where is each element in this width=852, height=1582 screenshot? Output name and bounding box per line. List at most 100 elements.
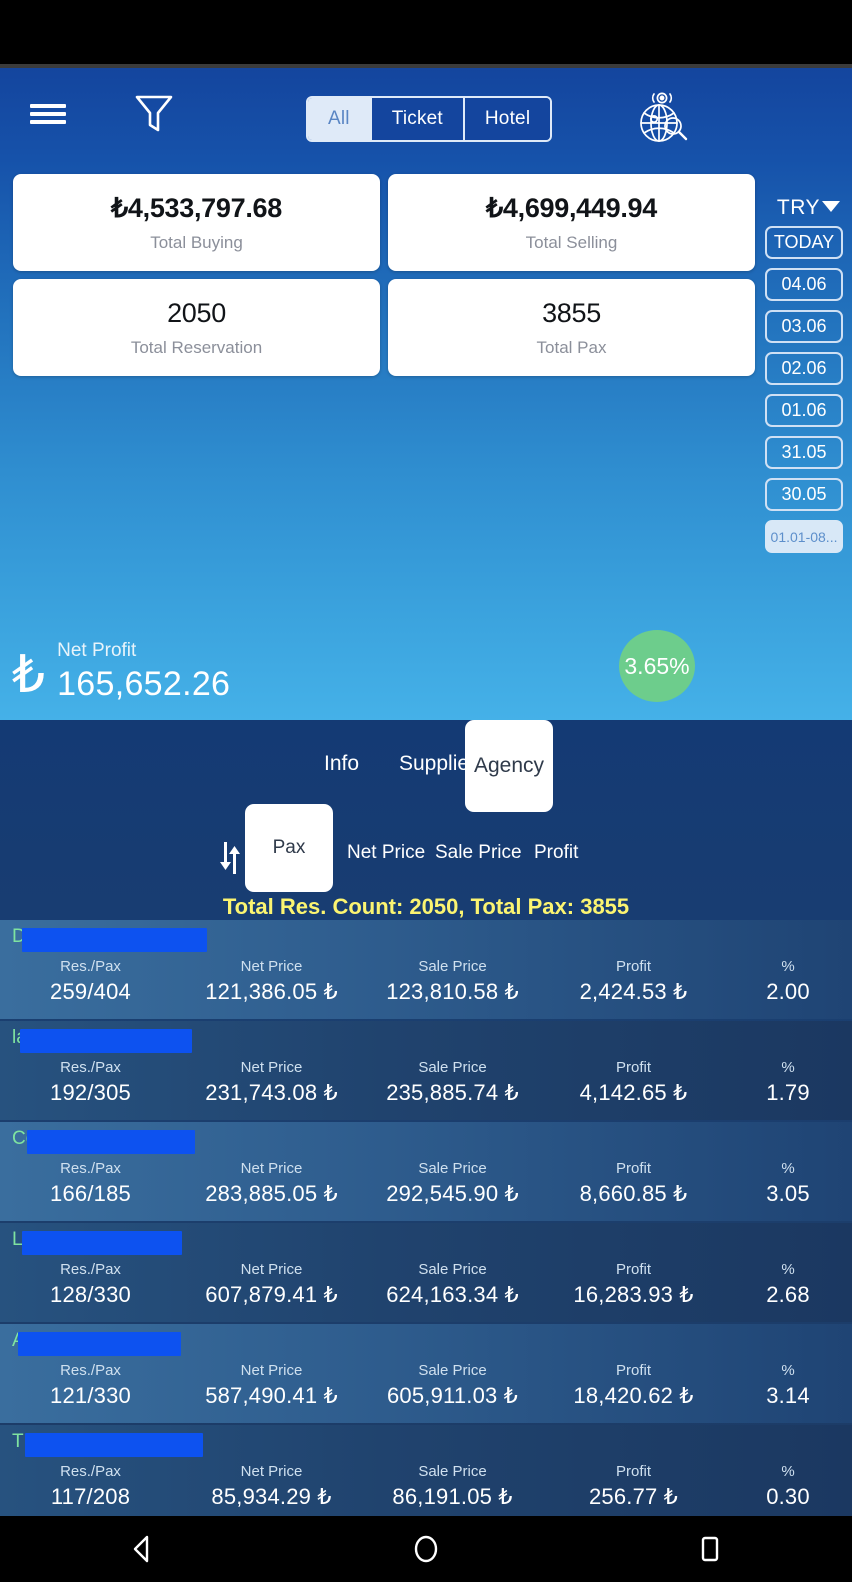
row-columns: Res./Pax 192/305 Net Price 231,743.08 ₺ …: [0, 1055, 852, 1106]
cell-sale-price: Sale Price 292,545.90 ₺: [362, 1160, 543, 1207]
col-header: Profit: [615, 958, 651, 975]
segment-ticket[interactable]: Ticket: [371, 98, 465, 140]
col-header: Res./Pax: [60, 1160, 121, 1177]
col-value: 2.00: [766, 979, 810, 1004]
row-agency-name: Co: [0, 1128, 852, 1156]
col-value: 4,142.65 ₺: [579, 1080, 688, 1105]
date-chip-0306[interactable]: 03.06: [765, 310, 843, 343]
table-row[interactable]: la Res./Pax 192/305 Net Price 231,743.08…: [0, 1021, 852, 1120]
card-total-selling[interactable]: ₺4,699,449.94 Total Selling: [388, 174, 755, 271]
col-value: 123,810.58 ₺: [386, 979, 519, 1004]
tab-info[interactable]: Info: [314, 746, 369, 782]
redaction-overlay: [27, 1130, 195, 1154]
cell-res-pax: Res./Pax 192/305: [0, 1059, 181, 1106]
date-chip-0106[interactable]: 01.06: [765, 394, 843, 427]
date-chip-3005[interactable]: 30.05: [765, 478, 843, 511]
col-value: 121/330: [50, 1383, 131, 1408]
android-status-bar: [0, 0, 852, 64]
type-segmented-control[interactable]: All Ticket Hotel: [306, 96, 553, 142]
sort-option-sale-price[interactable]: Sale Price: [435, 842, 522, 864]
row-agency-name: L: [0, 1229, 852, 1257]
sort-option-profit[interactable]: Profit: [534, 842, 578, 864]
row-columns: Res./Pax 117/208 Net Price 85,934.29 ₺ S…: [0, 1459, 852, 1510]
table-row[interactable]: Co Res./Pax 166/185 Net Price 283,885.05…: [0, 1122, 852, 1221]
hamburger-menu-icon[interactable]: [26, 92, 70, 136]
col-value: 128/330: [50, 1282, 131, 1307]
cell-profit: Profit 256.77 ₺: [543, 1463, 724, 1510]
row-agency-name: A: [0, 1330, 852, 1358]
home-circle-icon[interactable]: [396, 1519, 456, 1579]
date-filter-rail[interactable]: TODAY 04.06 03.06 02.06 01.06 31.05 30.0…: [765, 226, 843, 553]
card-label: Total Buying: [150, 232, 243, 252]
table-row[interactable]: A Res./Pax 121/330 Net Price 587,490.41 …: [0, 1324, 852, 1423]
date-chip-3105[interactable]: 31.05: [765, 436, 843, 469]
globe-search-icon[interactable]: [622, 86, 702, 152]
col-header: Profit: [615, 1160, 651, 1177]
cell-profit: Profit 4,142.65 ₺: [543, 1059, 724, 1106]
segment-hotel[interactable]: Hotel: [464, 98, 551, 140]
net-profit-value: 165,652.26: [57, 665, 231, 703]
col-header: Net Price: [240, 1362, 303, 1379]
card-value: 2050: [167, 297, 226, 328]
cell-sale-price: Sale Price 624,163.34 ₺: [362, 1261, 543, 1308]
card-value: ₺4,699,449.94: [486, 192, 657, 223]
col-value: 605,911.03 ₺: [387, 1383, 518, 1408]
date-chip-range[interactable]: 01.01-08...: [765, 520, 843, 553]
cell-net-price: Net Price 587,490.41 ₺: [181, 1362, 362, 1409]
table-row[interactable]: T Res./Pax 117/208 Net Price 85,934.29 ₺: [0, 1425, 852, 1516]
net-profit-percent-badge: 3.65%: [619, 630, 695, 702]
row-columns: Res./Pax 128/330 Net Price 607,879.41 ₺ …: [0, 1257, 852, 1308]
date-chip-today[interactable]: TODAY: [765, 226, 843, 259]
top-app-bar: All Ticket Hotel: [0, 68, 852, 168]
segment-all[interactable]: All: [308, 98, 372, 140]
back-triangle-icon[interactable]: [112, 1519, 172, 1579]
recents-square-icon[interactable]: [680, 1519, 740, 1579]
card-label: Total Pax: [536, 337, 607, 357]
dashboard-summary-section: All Ticket Hotel TRY TODAY 04.06 03.06 0…: [0, 68, 852, 720]
lira-symbol-icon: ₺: [12, 646, 46, 704]
cell-profit: Profit 18,420.62 ₺: [543, 1362, 724, 1409]
sort-option-net-price[interactable]: Net Price: [347, 842, 425, 864]
table-row[interactable]: D Res./Pax 259/404 Net Price 121,386.05 …: [0, 920, 852, 1019]
cell-net-price: Net Price 283,885.05 ₺: [181, 1160, 362, 1207]
cell-sale-price: Sale Price 235,885.74 ₺: [362, 1059, 543, 1106]
col-header: Sale Price: [418, 1362, 487, 1379]
card-value: ₺4,533,797.68: [111, 192, 282, 223]
sort-option-pax[interactable]: Pax: [245, 804, 333, 892]
col-header: %: [781, 1463, 795, 1480]
cell-percent: % 2.68: [724, 1261, 852, 1308]
col-header: %: [781, 1362, 795, 1379]
row-agency-name-text: L: [12, 1229, 23, 1250]
sort-arrows-icon[interactable]: [216, 840, 246, 876]
col-header: %: [781, 1059, 795, 1076]
card-total-pax[interactable]: 3855 Total Pax: [388, 279, 755, 376]
redaction-overlay: [22, 928, 207, 952]
breakdown-tabs[interactable]: Info Supplier Agency: [0, 720, 852, 812]
table-row[interactable]: L Res./Pax 128/330 Net Price 607,879.41 …: [0, 1223, 852, 1322]
redaction-overlay: [18, 1332, 181, 1356]
col-header: Net Price: [240, 1160, 303, 1177]
col-header: Sale Price: [418, 1463, 487, 1480]
filter-funnel-icon[interactable]: [130, 90, 178, 138]
row-columns: Res./Pax 166/185 Net Price 283,885.05 ₺ …: [0, 1156, 852, 1207]
date-chip-0206[interactable]: 02.06: [765, 352, 843, 385]
card-total-buying[interactable]: ₺4,533,797.68 Total Buying: [13, 174, 380, 271]
sort-options-row[interactable]: Pax Net Price Sale Price Profit: [0, 804, 852, 902]
row-columns: Res./Pax 121/330 Net Price 587,490.41 ₺ …: [0, 1358, 852, 1409]
col-header: Net Price: [240, 1059, 303, 1076]
android-navigation-bar: [0, 1516, 852, 1582]
col-header: Sale Price: [418, 1160, 487, 1177]
col-header: Res./Pax: [60, 1362, 121, 1379]
card-total-reservation[interactable]: 2050 Total Reservation: [13, 279, 380, 376]
currency-selector[interactable]: TRY: [777, 196, 840, 220]
cell-profit: Profit 16,283.93 ₺: [543, 1261, 724, 1308]
net-profit-bar: ₺ Net Profit 165,652.26 3.65%: [0, 624, 852, 720]
card-value: 3855: [542, 297, 601, 328]
date-chip-0406[interactable]: 04.06: [765, 268, 843, 301]
col-header: %: [781, 1160, 795, 1177]
col-header: %: [781, 958, 795, 975]
tab-agency[interactable]: Agency: [465, 720, 553, 812]
redaction-overlay: [22, 1231, 182, 1255]
col-value: 231,743.08 ₺: [205, 1080, 338, 1105]
net-profit-text: Net Profit 165,652.26: [57, 640, 230, 704]
